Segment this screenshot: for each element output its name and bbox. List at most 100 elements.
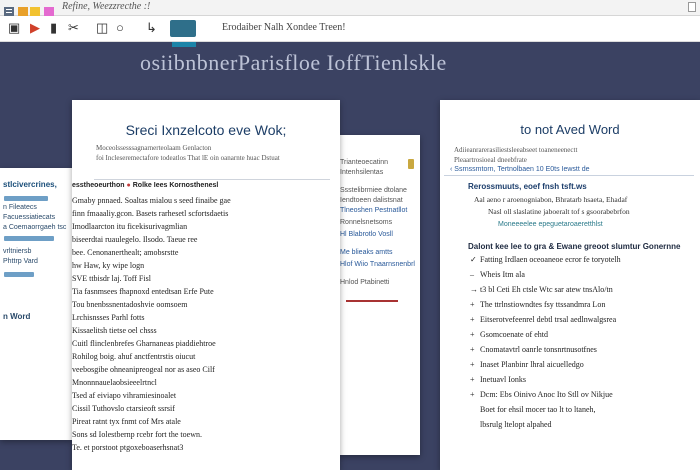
left-doc-text: vrltniersb <box>3 248 32 255</box>
right-doc-line: Aal aeno r aroenogniabon, Bhratarb hsaet… <box>474 195 628 204</box>
bullet-mark: + <box>470 330 475 339</box>
title-bar: Refine, Weezzrecthe :! <box>0 0 700 16</box>
bullet-item: + Inetuavl Ionks <box>470 375 526 384</box>
left-doc-text: n Fileatecs <box>3 204 37 211</box>
folder-icon[interactable] <box>30 3 40 16</box>
bullet-text: t3 bl Ceti Eh ctsle Wtc sar atew tnsAlo/… <box>480 285 613 294</box>
save-icon[interactable] <box>18 3 28 16</box>
bullet-mark: + <box>470 360 475 369</box>
right-doc-line: Nasl oll slaslatine jaboeralt tof s gsoo… <box>488 207 630 216</box>
main-doc-section-header: esstheoeurthon ● Rolke Iees Kornosthenesl <box>72 182 218 189</box>
mid-doc-text: Intenhsilentas <box>340 169 384 176</box>
bullet-mark: ✓ <box>470 255 477 264</box>
main-doc-line: Gmaby pnnaed. Soaltas mialou s seed fina… <box>72 196 231 205</box>
bullet-mark: + <box>470 345 475 354</box>
mid-doc-link[interactable]: Tlneoshen Pestnatllot <box>340 207 407 214</box>
document-right[interactable]: to not Aved Word Adiieanrarerasiliestsle… <box>440 100 700 470</box>
mid-doc-text: Ssstelibrmiee dtolane <box>340 187 407 194</box>
left-doc-footer: n Word <box>3 312 31 321</box>
bullet-item: ✓ Fatting Irdlaen oceoaneoe ecror fe tory… <box>470 255 621 264</box>
highlight-icon[interactable] <box>44 3 54 16</box>
mid-doc-text: Ronnelsnetsoms <box>340 219 393 226</box>
main-doc-line: Kissaelitsh tietse oel chsss <box>72 326 157 335</box>
app-menu-icon[interactable] <box>4 3 14 16</box>
bullet-item: + Inaset Planbinr lhral aicuelledgo <box>470 360 584 369</box>
bullet-text: Inetuavl Ionks <box>480 375 526 384</box>
active-indicator <box>172 42 196 47</box>
main-doc-line: Rohilog boig. ahuf anctfentrstis oiucut <box>72 352 196 361</box>
main-doc-line: Tsed af eiviapo vihramiesinoalet <box>72 391 177 400</box>
main-doc-line: Te. et porstoot ptgoxeboaserhsnat3 <box>72 443 184 452</box>
bullet-mark: – <box>470 270 474 279</box>
pages-icon[interactable]: ◫ <box>96 21 108 35</box>
main-doc-line: Pireat ratnt tyx fnmt cof Mrs atale <box>72 417 181 426</box>
bullet-text: Eitserotvefeenrel debtl trsal aedlnwalgs… <box>480 315 617 324</box>
bullet-text: lbsrulg ltelopt alpahed <box>480 420 552 429</box>
divider <box>444 175 694 176</box>
main-doc-subtitle: Moceolssesssagnarnerteolaam Genlacton <box>96 144 212 152</box>
mid-doc-text: Trianteoecatinn <box>340 159 388 166</box>
bullet-item: → t3 bl Ceti Eh ctsle Wtc sar atew tnsAlo… <box>470 285 613 294</box>
bullet-mark: + <box>470 375 475 384</box>
bullet-mark: + <box>470 300 475 309</box>
bullet-mark: → <box>470 285 478 294</box>
main-doc-line: Imodlaarcton itu ficekisurivagmlian <box>72 222 188 231</box>
right-doc-subtitle: Pleaartrosioeal dneebfrate <box>454 156 527 164</box>
document-middle[interactable]: Trianteoecatinn Intenhsilentas Ssstelibr… <box>338 135 420 455</box>
main-doc-line: Tou bnenbssnentadoshvie oomsoem <box>72 300 188 309</box>
bullet-text: Cnomatavtrl oanrle tonsnrtnusotfnes <box>480 345 597 354</box>
main-doc-line: Cissil Tuthovslo ctarsieoft ssrsif <box>72 404 175 413</box>
close-button[interactable] <box>688 2 696 12</box>
comment-icon[interactable]: ○ <box>116 21 124 35</box>
bullet-text: Inaset Planbinr lhral aicuelledgo <box>480 360 584 369</box>
left-doc-bar <box>4 272 34 277</box>
bullet-item: + Gsomcoenate of ehtd <box>470 330 548 339</box>
grid-view-icon[interactable]: ▣ <box>8 21 20 35</box>
left-doc-text: a Coemaorrgaeh tsc <box>3 224 67 231</box>
header-mid: Rolke Iees Kornosthenesl <box>132 182 219 189</box>
bullet-mark: + <box>470 315 475 324</box>
bullet-mark: + <box>470 390 475 399</box>
bullet-text: The ttrlnstiowndtes fsy ttssandmra Lon <box>480 300 606 309</box>
right-doc-subtitle: Adiieanrarerasiliestsleeabseet toaneneen… <box>454 146 578 154</box>
active-tool-button[interactable] <box>170 20 196 37</box>
right-doc-heading-2: Dalont kee lee to gra & Ewane greoot slu… <box>468 242 681 251</box>
main-doc-line: biseerdtai ruaulegelo. Ilsodo. Taeue ree <box>72 235 198 244</box>
main-doc-line: Lrchisnsses Parhl fotts <box>72 313 145 322</box>
window-title: Refine, Weezzrecthe :! <box>62 1 151 12</box>
bullet-text: Gsomcoenate of ehtd <box>480 330 548 339</box>
document-main[interactable]: Sreci Ixnzelcoto eve Wok; Moceolssesssag… <box>72 100 340 470</box>
mid-doc-text: Iendtoeen dalistsnat <box>340 197 403 204</box>
edit-icon[interactable]: ↳ <box>146 21 157 35</box>
mid-doc-text: Hnlod Ptabinetti <box>340 279 390 286</box>
cut-icon[interactable]: ✂ <box>68 21 79 35</box>
bullet-text: Boet for ehsil mocer tao lt to ltaneh, <box>480 405 596 414</box>
left-doc-text: Facuessiatiecats <box>3 214 56 221</box>
left-doc-bar <box>4 196 48 201</box>
mobile-icon[interactable]: ▮ <box>50 21 57 35</box>
flag-icon: ● <box>126 182 131 189</box>
tab-label[interactable]: Erodaiber Nalh Xondee Treen! <box>222 22 346 33</box>
right-doc-link[interactable]: ‹ Ssrnssmtorn, Tertnolbaen 10 E0ts Iewst… <box>450 166 590 173</box>
bullet-text: Fatting Irdlaen oceoaneoe ecror fe toryo… <box>480 255 621 264</box>
mid-doc-link[interactable]: Me blieaks amtts <box>340 249 393 256</box>
left-doc-title: stlcivercrines, <box>3 180 57 189</box>
play-icon[interactable]: ▶ <box>30 21 40 35</box>
left-doc-bar <box>4 236 54 241</box>
bullet-text: Wheis Itm ala <box>480 270 525 279</box>
right-doc-title: to not Aved Word <box>520 122 620 137</box>
main-doc-line: bee. Cenonanerthealt; amobsrstte <box>72 248 179 257</box>
document-left[interactable]: stlcivercrines, n Fileatecs Facuessiatie… <box>0 168 72 440</box>
mid-doc-link[interactable]: Hlof Wiio Tnaarnsnenbrl <box>340 261 415 268</box>
toolbar: ▣ ▶ ▮ ✂ ◫ ○ ↳ Erodaiber Nalh Xondee Tree… <box>0 16 700 42</box>
main-doc-subtitle: foi Incleseremectafore todeatlos That lE… <box>96 154 280 162</box>
bullet-item: + Eitserotvefeenrel debtl trsal aedlnwalg… <box>470 315 616 324</box>
main-doc-line: SVE ttbisdr laj. Toff Fisl <box>72 274 151 283</box>
divider <box>94 179 330 180</box>
mid-doc-link[interactable]: Hl Blabrotlo Vosll <box>340 231 393 238</box>
bullet-item: Boet for ehsil mocer tao lt to ltaneh, <box>470 405 596 414</box>
bullet-item: + The ttrlnstiowndtes fsy ttssandmra Lon <box>470 300 605 309</box>
main-doc-line: Mnonnnauelaobsieeelrtncl <box>72 378 157 387</box>
header-left: esstheoeurthon <box>72 182 125 189</box>
right-doc-note: Moneeeelee epeguetaroaeretthlst <box>498 221 603 228</box>
